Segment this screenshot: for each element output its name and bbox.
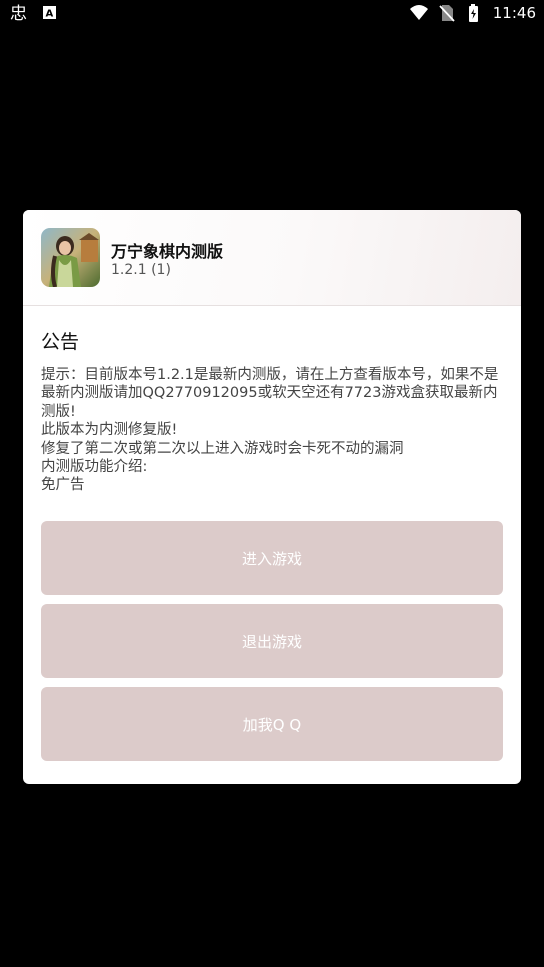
- no-sim-icon: [439, 5, 455, 22]
- app-name: 万宁象棋内测版: [111, 242, 224, 261]
- status-right-icons: 11:46: [409, 3, 536, 23]
- status-clock: 11:46: [492, 4, 536, 22]
- status-bar: 忠 A 11:46: [0, 0, 544, 28]
- battery-charging-icon: [468, 4, 478, 22]
- status-left-icons: 忠 A: [10, 3, 60, 23]
- app-version: 1.2.1 (1): [111, 262, 171, 278]
- font-notification-icon: A: [43, 6, 56, 20]
- add-qq-button[interactable]: 加我Q Q: [41, 687, 503, 761]
- svg-text:A: A: [46, 9, 54, 20]
- exit-game-button[interactable]: 退出游戏: [41, 604, 503, 678]
- svg-text:忠: 忠: [10, 4, 27, 23]
- announcement-dialog: 万宁象棋内测版 1.2.1 (1) 公告 提示：目前版本号1.2.1是最新内测版…: [23, 210, 521, 784]
- wifi-icon: [409, 5, 428, 20]
- notice-title: 公告: [41, 331, 80, 353]
- dialog-header: 万宁象棋内测版 1.2.1 (1): [23, 210, 521, 306]
- app-icon: [41, 228, 100, 287]
- notice-text: 提示：目前版本号1.2.1是最新内测版，请在上方查看版本号，如果不是最新内测版请…: [41, 367, 499, 494]
- enter-game-button[interactable]: 进入游戏: [41, 521, 503, 595]
- bug-icon: 忠: [10, 4, 27, 23]
